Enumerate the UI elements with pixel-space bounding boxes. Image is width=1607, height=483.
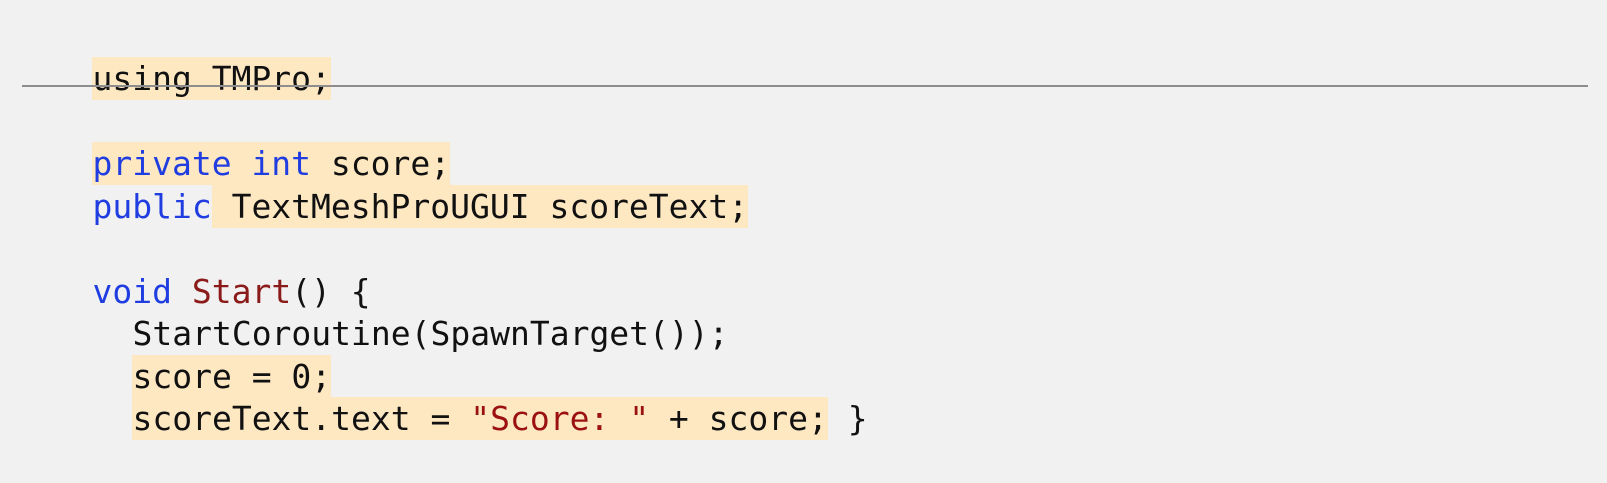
snippet-divider (22, 85, 1588, 87)
code-view: using TMPro; private int score; public T… (0, 0, 1607, 440)
code-line-score-text-assign: scoreText.text = "Score: " + score; } (53, 354, 868, 440)
keyword-public: public (92, 185, 211, 228)
using-statement: using TMPro; (92, 57, 331, 100)
code-line-using: using TMPro; (13, 14, 331, 100)
score-text-suffix: + score; (649, 399, 828, 438)
code-line-score-init: score = 0; (53, 312, 332, 398)
code-line-start-coroutine: StartCoroutine(SpawnTarget()); (53, 269, 728, 353)
score-string-literal: "Score: " (470, 399, 650, 438)
score-text-prefix: scoreText.text = (132, 399, 471, 438)
closing-brace: } (827, 399, 868, 438)
scoretext-declaration: TextMeshProUGUI scoreText; (211, 185, 749, 228)
keyword-public-text: public (92, 187, 212, 226)
score-text-assignment: scoreText.text = "Score: " + score; (132, 397, 828, 440)
code-line-public-scoretext: public TextMeshProUGUI scoreText; (13, 142, 749, 228)
code-line-private-score: private int score; (13, 99, 451, 185)
code-line-void-start: void Start() { (13, 227, 370, 311)
